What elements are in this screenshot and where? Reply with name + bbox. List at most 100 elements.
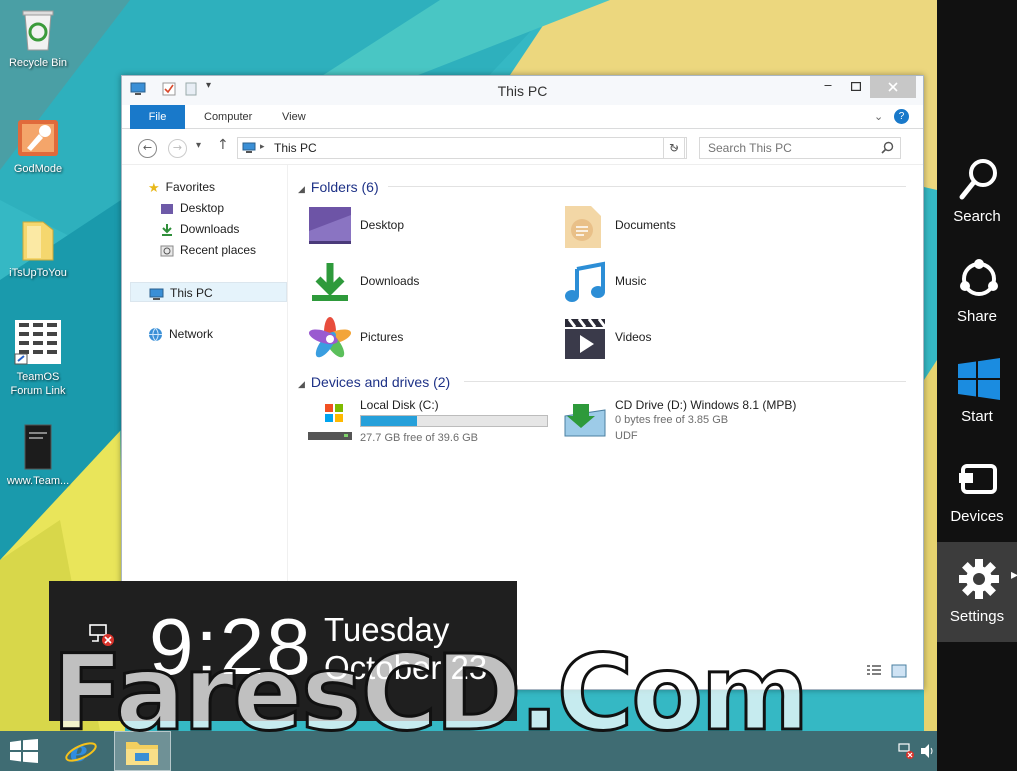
drive-file-system: UDF [615,430,638,442]
drive-tile-cd[interactable]: CD Drive (D:) Windows 8.1 (MPB) 0 bytes … [563,398,893,452]
folder-label: Pictures [360,330,404,344]
folder-label: Downloads [360,274,420,288]
documents-folder-icon [565,206,601,248]
devices-icon [959,464,997,494]
recycle-bin-icon [22,10,54,51]
desktop-icon-teamos[interactable]: TeamOS Forum Link [0,318,76,398]
large-icons-view-icon[interactable] [891,664,907,678]
local-disk-icon [308,404,352,440]
charm-settings[interactable]: Settings [937,542,1017,642]
nav-network[interactable]: Network [148,324,213,344]
mouse-cursor-icon: ▸ [1011,566,1017,582]
nav-item-desktop[interactable]: Desktop [160,198,224,218]
drive-free-space: 0 bytes free of 3.85 GB [615,414,729,426]
charm-devices[interactable]: Devices [937,442,1017,542]
desktop-icon-label: GodMode [13,163,63,175]
charm-share[interactable]: Share [937,242,1017,342]
recent-places-icon [160,245,174,257]
folder-label: Desktop [360,218,405,232]
nav-item-label: Downloads [180,222,240,236]
nav-favorites-label: Favorites [165,180,216,194]
tray-network-disconnected-icon[interactable] [898,743,914,759]
desktop-icon-itsuptoyou[interactable]: iTsUpToYou [0,218,76,280]
drive-usage-bar [360,415,548,427]
folders-group-header[interactable]: ◢ Folders (6) [298,179,379,195]
desktop-icon-godmode[interactable]: GodMode [0,118,76,176]
maximize-icon [850,81,862,92]
nav-item-label: Desktop [180,201,225,215]
nav-item-recent-places[interactable]: Recent places [160,240,256,260]
window-title: This PC [497,83,548,99]
close-icon [888,82,898,92]
charm-search[interactable]: Search [937,142,1017,242]
drive-tile-local-disk[interactable]: Local Disk (C:) 27.7 GB free of 39.6 GB [308,398,558,452]
clock-time: 9:28 [149,602,313,691]
start-button[interactable] [0,731,50,771]
download-small-icon [162,224,172,237]
tab-computer[interactable]: Computer [190,105,266,129]
taskbar-file-explorer[interactable] [114,731,171,771]
desktop-icon-label: www.Team... [6,475,70,487]
search-field[interactable] [699,137,901,159]
drive-free-space: 27.7 GB free of 39.6 GB [360,432,479,444]
share-icon [960,259,998,296]
nav-item-downloads[interactable]: Downloads [160,219,239,239]
charms-bar: Search Share Start Devices Settings ▸ [937,0,1017,771]
close-button[interactable] [870,76,916,98]
folder-tile-documents[interactable]: Documents [563,203,813,251]
tray-volume-icon[interactable] [920,743,936,759]
folder-icon [22,221,54,261]
maximize-button[interactable] [842,76,870,98]
collapse-triangle-icon: ◢ [298,184,305,194]
back-button[interactable]: ← [138,139,157,158]
internet-explorer-icon: e [65,735,97,768]
taskbar-internet-explorer[interactable]: e [58,731,108,771]
desktop-icon-team-link[interactable]: www.Team... [0,424,76,488]
search-input[interactable] [700,138,870,158]
drive-name: CD Drive (D:) Windows 8.1 (MPB) [615,398,797,412]
title-bar[interactable]: ▾ This PC ‒ [122,76,923,105]
collapse-triangle-icon: ◢ [298,379,305,389]
charm-start[interactable]: Start [937,342,1017,442]
folder-tile-pictures[interactable]: Pictures [308,315,558,363]
desktop-icon-label: Recycle Bin [8,57,68,69]
network-globe-icon [149,327,162,342]
clock-date: October 23 [324,649,488,686]
file-explorer-icon [126,742,158,765]
tab-file[interactable]: File [130,105,185,129]
help-icon[interactable]: ? [894,109,909,124]
document-icon [24,424,52,470]
folder-tile-videos[interactable]: Videos [563,315,813,363]
ribbon-tabs: File Computer View ⌄ ? [122,105,923,129]
nav-this-pc[interactable]: This PC [130,282,287,302]
videos-folder-icon [565,318,607,359]
folder-tile-desktop[interactable]: Desktop [308,203,558,251]
expand-ribbon-icon[interactable]: ⌄ [874,110,883,123]
desktop-icon-recycle-bin[interactable]: Recycle Bin [0,8,76,70]
charm-label: Search [953,208,1001,225]
charm-label: Share [956,308,998,325]
folder-tile-music[interactable]: Music [563,259,813,307]
nav-item-label: Recent places [180,243,257,257]
tab-view[interactable]: View [268,105,320,129]
star-icon: ★ [148,179,160,195]
gear-icon [959,559,999,599]
nav-this-pc-label: This PC [170,286,213,300]
recent-locations-icon[interactable]: ▾ [196,140,201,151]
forward-button[interactable]: → [168,139,187,158]
refresh-button[interactable]: ↻ [663,137,685,159]
address-field[interactable]: ▸ This PC ⌄ [237,137,687,159]
folder-label: Documents [615,218,676,232]
pictures-folder-icon [308,317,352,358]
svg-text:e: e [70,735,88,768]
breadcrumb-chevron-icon: ▸ [260,141,265,151]
details-view-icon[interactable] [866,664,882,678]
windows-logo-icon [10,739,38,763]
minimize-button[interactable]: ‒ [814,76,842,98]
folder-label: Videos [615,330,652,344]
clock-overlay: 9:28 Tuesday October 23 [49,581,517,721]
folder-tile-downloads[interactable]: Downloads [308,259,558,307]
up-button[interactable]: ↑ [217,137,229,153]
nav-favorites[interactable]: ★ Favorites [148,177,215,197]
drives-group-header[interactable]: ◢ Devices and drives (2) [298,374,450,390]
